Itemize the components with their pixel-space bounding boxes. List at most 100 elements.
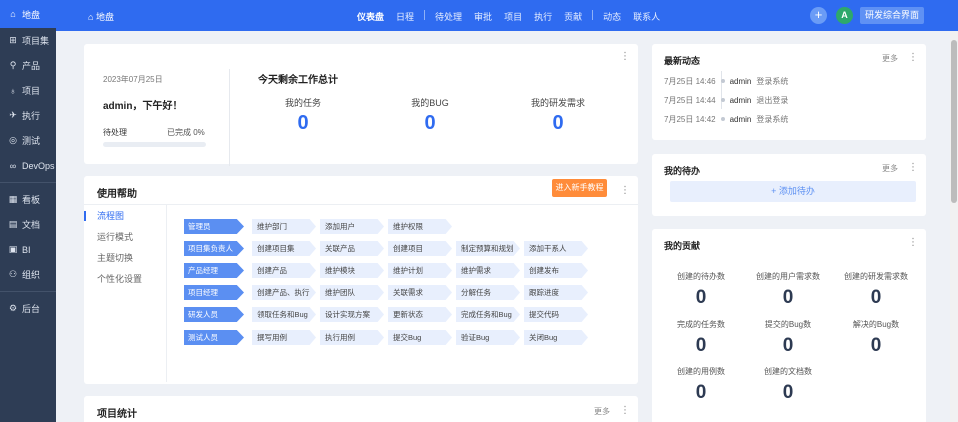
stat-value[interactable]: 0	[831, 335, 921, 357]
dynamics-card: 最新动态 更多 ⋮ 7月25日 14:46 admin 登录系统 7月25日 14:…	[652, 44, 926, 140]
flow-step: 添加干系人	[524, 241, 588, 256]
quick-add-button[interactable]: +	[810, 7, 827, 24]
more-options-icon[interactable]: ⋮	[620, 405, 630, 416]
sidebar-item-devops[interactable]: ∞ DevOps	[0, 153, 56, 178]
stat-value[interactable]: 0	[743, 287, 833, 309]
tab-contacts[interactable]: 联系人	[633, 10, 660, 23]
flow-step: 创建项目	[388, 241, 452, 256]
stat-value[interactable]: 0	[656, 335, 746, 357]
help-menu-custom[interactable]: 个性化设置	[97, 273, 142, 294]
bi-icon: ▣	[8, 244, 18, 254]
flow-step: 维护计划	[388, 263, 452, 278]
board-icon: ▦	[8, 194, 18, 204]
stat-label: 创建的文档数	[764, 367, 812, 376]
location-icon: ⚲	[9, 60, 17, 70]
tab-todo[interactable]: 待处理	[435, 10, 462, 23]
my-tasks-count[interactable]: 0	[258, 112, 348, 135]
tab-project[interactable]: 项目	[504, 10, 522, 23]
sidebar-item-label: 产品	[22, 61, 41, 71]
overview-card: 2023年07月25日 admin，下午好！ 待处理 已完成 0% 今天剩余工作…	[84, 44, 638, 166]
more-link[interactable]: 更多	[882, 53, 898, 64]
scrollbar-thumb[interactable]	[951, 40, 957, 203]
stat-value[interactable]: 0	[656, 287, 746, 309]
more-options-icon[interactable]: ⋮	[620, 185, 630, 196]
tab-calendar[interactable]: 日程	[396, 10, 414, 23]
flow-row-admin: 管理员 维护部门 添加用户 维护权限	[184, 219, 456, 234]
sidebar-item-execution[interactable]: ✈ 执行	[0, 103, 56, 128]
more-options-icon[interactable]: ⋮	[908, 162, 918, 173]
flow-row-tester: 测试人员 撰写用例 执行用例 提交Bug 验证Bug 关闭Bug	[184, 330, 592, 345]
run-icon: ✈	[9, 110, 17, 120]
current-date: 2023年07月25日	[103, 75, 163, 84]
more-link[interactable]: 更多	[594, 406, 610, 417]
sidebar-item-qa[interactable]: ◎ 测试	[0, 128, 56, 153]
nav-divider	[592, 10, 594, 20]
todos-card: 我的待办 更多 ⋮ + 添加待办	[652, 154, 926, 216]
stat-label: 创建的待办数	[677, 272, 725, 281]
sidebar-item-my[interactable]: ⌂ 地盘	[0, 0, 56, 28]
tab-dynamic[interactable]: 动态	[603, 10, 621, 23]
tab-execution[interactable]: 执行	[534, 10, 552, 23]
more-options-icon[interactable]: ⋮	[620, 51, 630, 62]
activity-row: 7月25日 14:44 admin 退出登录	[664, 96, 789, 105]
add-todo-button[interactable]: + 添加待办	[670, 181, 916, 202]
gear-icon: ⚙	[8, 303, 18, 313]
tab-dashboard[interactable]: 仪表盘	[357, 10, 384, 23]
todos-title: 我的待办	[664, 166, 701, 176]
flow-step: 设计实现方案	[320, 307, 384, 322]
sidebar-item-doc[interactable]: ▤ 文档	[0, 212, 56, 237]
sidebar-divider	[0, 291, 56, 292]
infinity-icon: ∞	[9, 160, 17, 171]
breadcrumb-home[interactable]: ⌂ 地盘	[88, 10, 114, 23]
sidebar: ⌂ 地盘 ⊞ 项目集 ⚲ 产品 ♁ 项目 ✈ 执行 ◎ 测试 ∞ DevOps ▦ 看板 ▤ 文档…	[0, 0, 56, 422]
sidebar-item-company[interactable]: ⚇ 组织	[0, 262, 56, 287]
sidebar-item-bi[interactable]: ▣ BI	[0, 237, 56, 262]
sidebar-item-kanban[interactable]: ▦ 看板	[0, 187, 56, 212]
todo-progress-label: 待处理	[103, 128, 127, 137]
more-options-icon[interactable]: ⋮	[908, 52, 918, 63]
top-navbar: ⌂ 地盘 仪表盘 日程 待处理 审批 项目 执行 贡献 动态 联系人 + A 研…	[56, 0, 958, 31]
stat-label: 创建的研发需求数	[844, 272, 908, 281]
stat-label: 提交的Bug数	[764, 320, 812, 329]
stat-label: 创建的用户需求数	[756, 272, 820, 281]
stat-value[interactable]: 0	[743, 382, 833, 404]
sidebar-item-label: 地盘	[22, 9, 41, 20]
sidebar-item-program[interactable]: ⊞ 项目集	[0, 28, 56, 53]
flow-step: 关联需求	[388, 285, 452, 300]
more-link[interactable]: 更多	[882, 163, 898, 174]
tab-contribute[interactable]: 贡献	[564, 10, 582, 23]
contribution-title: 我的贡献	[664, 241, 701, 251]
flow-step: 创建项目集	[252, 241, 316, 256]
flow-role: 产品经理	[184, 263, 244, 278]
my-stories-count[interactable]: 0	[513, 112, 603, 135]
flow-step: 添加用户	[320, 219, 384, 234]
tutorial-button[interactable]: 进入新手教程	[552, 179, 607, 197]
flow-step: 维护需求	[456, 263, 520, 278]
sidebar-item-label: 文档	[22, 220, 41, 230]
avatar[interactable]: A	[836, 7, 853, 24]
stat-value[interactable]: 0	[656, 382, 746, 404]
flow-step: 维护团队	[320, 285, 384, 300]
more-options-icon[interactable]: ⋮	[908, 237, 918, 248]
switch-interface-button[interactable]: 研发综合界面	[860, 7, 924, 24]
sidebar-item-project[interactable]: ♁ 项目	[0, 78, 56, 103]
my-bugs-count[interactable]: 0	[385, 112, 475, 135]
flow-step: 撰写用例	[252, 330, 316, 345]
active-indicator	[84, 211, 86, 221]
sidebar-item-admin[interactable]: ⚙ 后台	[0, 296, 56, 321]
divider	[229, 69, 230, 166]
flow-role: 测试人员	[184, 330, 244, 345]
help-menu-mode[interactable]: 运行模式	[97, 231, 142, 252]
activity-row: 7月25日 14:42 admin 登录系统	[664, 115, 789, 124]
sidebar-item-product[interactable]: ⚲ 产品	[0, 53, 56, 78]
tab-review[interactable]: 审批	[474, 10, 492, 23]
help-menu-theme[interactable]: 主题切换	[97, 252, 142, 273]
flow-step: 关闭Bug	[524, 330, 588, 345]
help-menu-flowchart[interactable]: 流程图	[97, 210, 142, 231]
contribution-card: 我的贡献 ⋮ 创建的待办数 0 创建的用户需求数 0 创建的研发需求数 0 完成…	[652, 229, 926, 422]
stat-value[interactable]: 0	[831, 287, 921, 309]
flow-step: 执行用例	[320, 330, 384, 345]
stat-value[interactable]: 0	[743, 335, 833, 357]
flow-row-product-manager: 产品经理 创建产品 维护模块 维护计划 维护需求 创建发布	[184, 263, 592, 278]
sidebar-item-label: 项目	[22, 86, 41, 96]
